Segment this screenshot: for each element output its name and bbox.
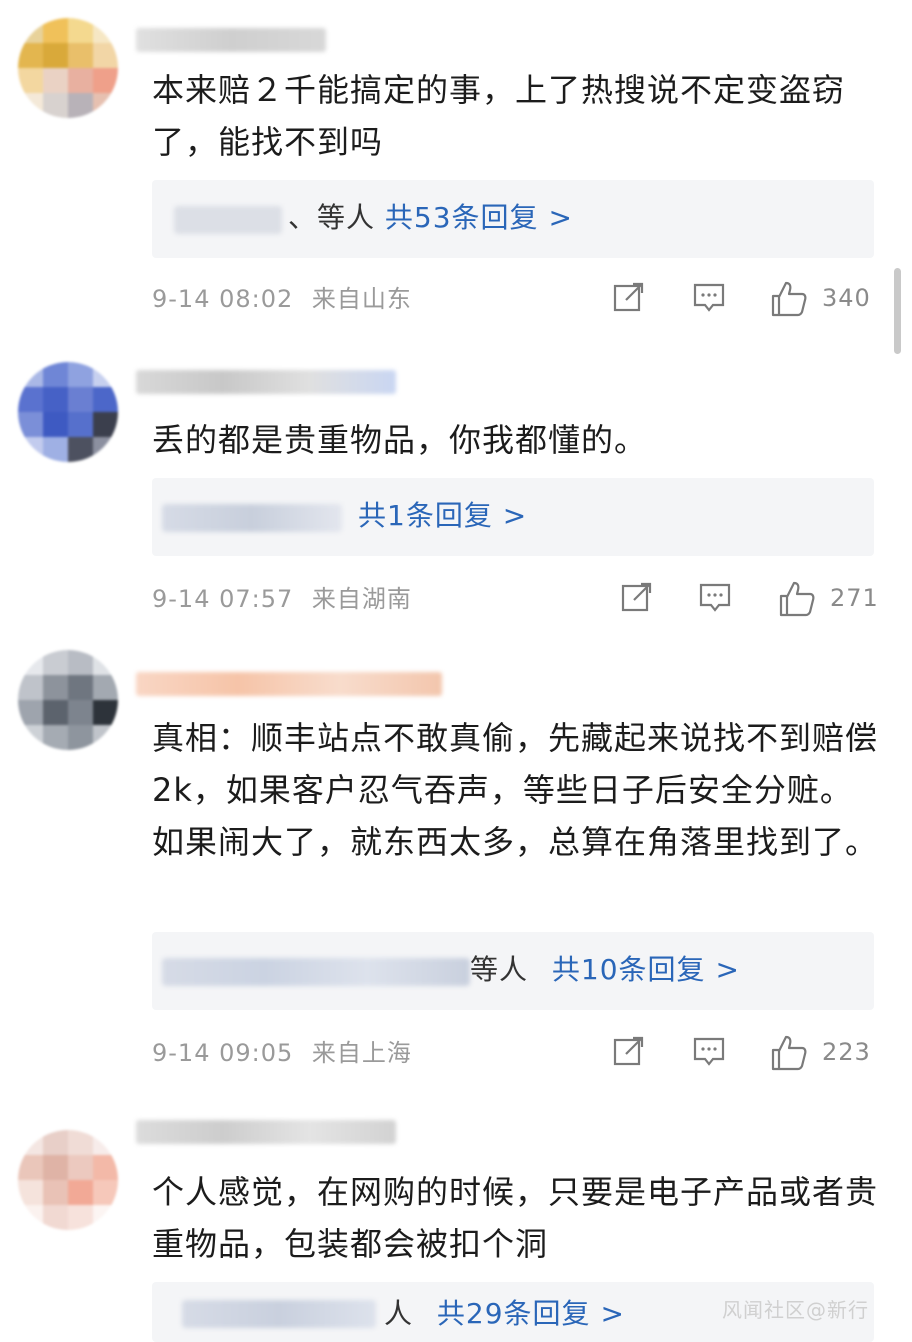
like-count: 340	[822, 284, 871, 312]
comment-text: 本来赔２千能搞定的事，上了热搜说不定变盗窃了，能找不到吗	[152, 71, 846, 161]
share-icon[interactable]	[612, 1034, 646, 1068]
like-count: 223	[822, 1038, 871, 1066]
share-icon[interactable]	[620, 580, 654, 614]
thumbs-up-icon[interactable]	[770, 280, 808, 318]
comment-icon[interactable]	[692, 1034, 726, 1068]
reply-count-link[interactable]: 共29条回复 >	[437, 1297, 625, 1330]
thumbs-up-icon[interactable]	[778, 580, 816, 618]
avatar[interactable]	[18, 362, 118, 462]
comment-icon[interactable]	[698, 580, 732, 614]
reply-user	[162, 504, 342, 532]
comment-text: 真相：顺丰站点不敢真偷，先藏起来说找不到赔偿2k，如果客户忍气吞声，等些日子后安…	[152, 719, 879, 861]
thumbs-up-icon[interactable]	[770, 1034, 808, 1072]
like-count: 271	[830, 584, 879, 612]
username[interactable]	[136, 370, 396, 394]
username[interactable]	[136, 1120, 396, 1144]
reply-summary[interactable]: 、等人 共53条回复 >	[152, 180, 874, 258]
scrollbar[interactable]	[894, 268, 901, 354]
share-icon[interactable]	[612, 280, 646, 314]
comment-text: 个人感觉，在网购的时候，只要是电子产品或者贵重物品，包装都会被扣个洞	[152, 1173, 879, 1263]
reply-users-label: 人	[384, 1297, 414, 1330]
reply-summary[interactable]: 等人 共10条回复 >	[152, 932, 874, 1010]
reply-count-link[interactable]: 共1条回复 >	[358, 499, 527, 532]
reply-count-link[interactable]: 共53条回复 >	[385, 201, 573, 234]
reply-count-link[interactable]: 共10条回复 >	[552, 953, 740, 986]
watermark: 风闻社区@新行	[722, 1298, 869, 1322]
comment-text: 丢的都是贵重物品，你我都懂的。	[152, 421, 648, 459]
reply-users-label: 、等人	[288, 201, 376, 234]
avatar[interactable]	[18, 1130, 118, 1230]
reply-user	[182, 1300, 376, 1328]
avatar[interactable]	[18, 18, 118, 118]
reply-user	[174, 206, 282, 234]
username[interactable]	[136, 672, 442, 696]
reply-users-label: 等人	[470, 953, 529, 986]
reply-summary[interactable]: 共1条回复 >	[152, 478, 874, 556]
comment-icon[interactable]	[692, 280, 726, 314]
username[interactable]	[136, 28, 326, 52]
avatar[interactable]	[18, 650, 118, 750]
reply-user	[162, 958, 470, 986]
